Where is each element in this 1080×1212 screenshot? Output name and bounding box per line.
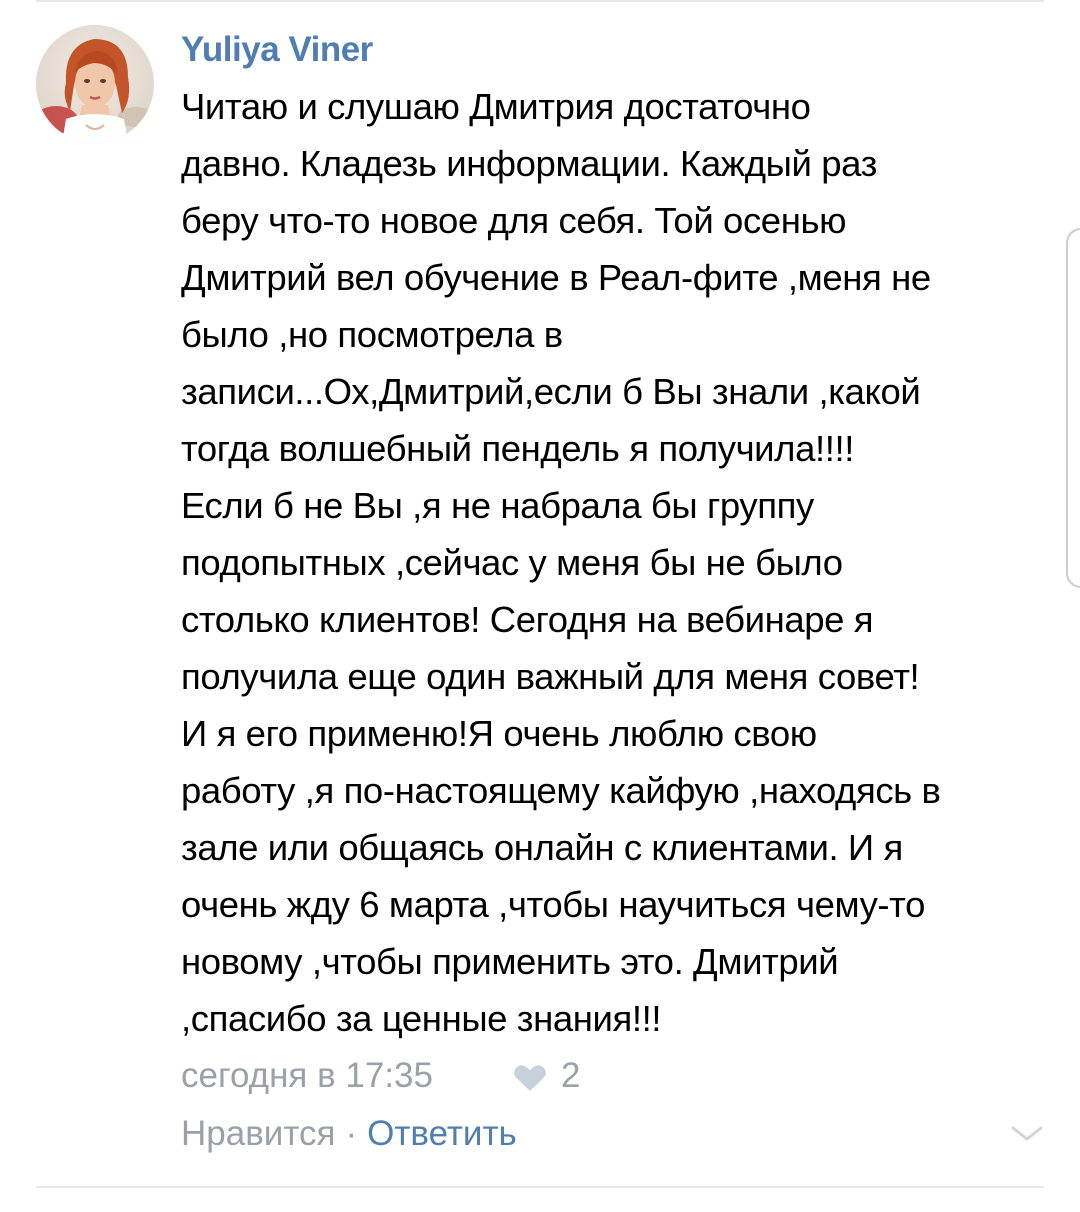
comment-text-line: давно. Кладезь информации. Каждый раз <box>181 143 877 184</box>
avatar-photo <box>36 25 154 143</box>
scroll-handle[interactable] <box>1066 228 1080 588</box>
comment-text-line: Дмитрий вел обучение в Реал-фите ,меня н… <box>181 257 931 298</box>
avatar[interactable] <box>36 25 154 143</box>
chevron-down-icon[interactable] <box>1010 1124 1044 1144</box>
likes-count: 2 <box>561 1056 581 1095</box>
comment-text-line: Читаю и слушаю Дмитрия достаточно <box>181 86 811 127</box>
action-separator: · <box>345 1114 358 1153</box>
comment-timestamp: сегодня в 17:35 <box>181 1056 433 1095</box>
comment-text-line: ,спасибо за ценные знания!!! <box>181 998 662 1039</box>
comment-meta: сегодня в 17:35 2 <box>181 1051 881 1101</box>
comment-text-line: беру что-то новое для себя. Той осенью <box>181 200 847 241</box>
comment-text-line: получила еще один важный для меня совет! <box>181 656 920 697</box>
comment-text: Читаю и слушаю Дмитрия достаточно давно.… <box>181 78 1061 1047</box>
heart-icon[interactable] <box>513 1064 547 1092</box>
comment-text-line: работу ,я по-настоящему кайфую ,находясь… <box>181 770 941 811</box>
comment-text-line: столько клиентов! Сегодня на вебинаре я <box>181 599 874 640</box>
comment-text-line: зале или общаясь онлайн с клиентами. И я <box>181 827 903 868</box>
bottom-divider <box>36 1186 1044 1188</box>
comment-author-name[interactable]: Yuliya Viner <box>181 28 373 72</box>
comment-text-line: новому ,чтобы применить это. Дмитрий <box>181 941 839 982</box>
comment-text-line: Если б не Вы ,я не набрала бы группу <box>181 485 814 526</box>
like-button[interactable]: Нравится <box>181 1114 335 1153</box>
reply-button[interactable]: Ответить <box>367 1114 517 1153</box>
comment-text-line: тогда волшебный пендель я получила!!!! <box>181 428 854 469</box>
comment-text-line: записи...Ох,Дмитрий,если б Вы знали ,как… <box>181 371 921 412</box>
top-divider <box>36 0 1044 2</box>
comment-text-line: было ,но посмотрела в <box>181 314 563 355</box>
comment-text-line: подопытных ,сейчас у меня бы не было <box>181 542 843 583</box>
comment-actions: Нравится · Ответить <box>181 1109 881 1159</box>
comment-text-line: очень жду 6 марта ,чтобы научиться чему-… <box>181 884 925 925</box>
comment-text-line: И я его применю!Я очень люблю свою <box>181 713 817 754</box>
